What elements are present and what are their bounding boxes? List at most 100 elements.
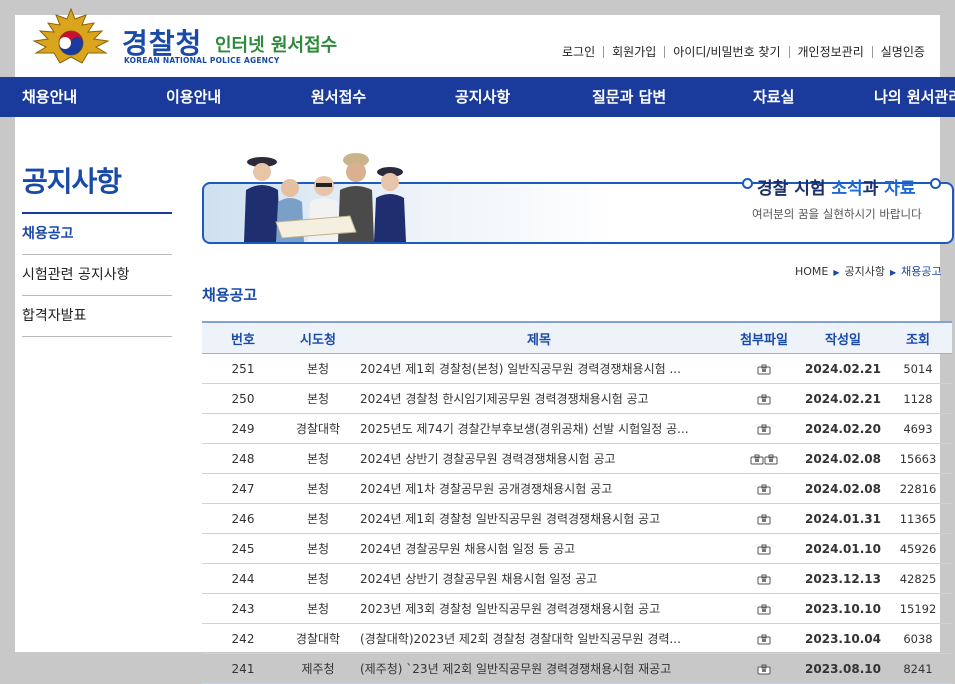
banner-headline: 경찰 시험 소식과 자료	[757, 179, 916, 199]
attachment-file-icon[interactable]	[757, 392, 771, 406]
breadcrumb-arrow-icon: ▶	[833, 268, 840, 277]
breadcrumb-notices[interactable]: 공지사항	[845, 265, 885, 278]
row-number: 244	[202, 563, 284, 594]
attachment-file-icon[interactable]	[757, 602, 771, 616]
col-header-attachment: 첨부파일	[726, 321, 802, 354]
row-views: 6038	[884, 623, 952, 654]
attachment-file-icon[interactable]	[757, 362, 771, 376]
row-date: 2024.02.21	[802, 353, 884, 384]
attachment-file-icon[interactable]	[750, 452, 764, 466]
banner-dot-left	[742, 178, 753, 189]
table-row[interactable]: 247 본청 2024년 제1차 경찰공무원 공개경쟁채용시험 공고 2024.02.…	[202, 473, 952, 504]
row-title-link[interactable]: 2024년 제1회 경찰청 일반직공무원 경력경쟁채용시험 공고	[352, 503, 726, 534]
breadcrumb: HOME ▶ 공지사항 ▶ 채용공고	[795, 263, 942, 279]
attachment-file-icon[interactable]	[757, 512, 771, 526]
nav-item-my-applications[interactable]: 나의 원서관리	[874, 77, 955, 117]
table-row[interactable]: 251 본청 2024년 제1회 경찰청(본청) 일반직공무원 경력경쟁채용시험 .…	[202, 353, 952, 384]
row-views: 4693	[884, 413, 952, 444]
login-link[interactable]: 로그인	[562, 46, 603, 58]
row-attachments	[726, 413, 802, 444]
row-number: 250	[202, 383, 284, 414]
table-row[interactable]: 243 본청 2023년 제3회 경찰청 일반직공무원 경력경쟁채용시험 공고 202…	[202, 593, 952, 624]
table-row[interactable]: 245 본청 2024년 경찰공무원 채용시험 일정 등 공고 2024.01.10 4…	[202, 533, 952, 564]
row-number: 249	[202, 413, 284, 444]
row-title-link[interactable]: (경찰대학)2023년 제2회 경찰청 경찰대학 일반직공무원 경력...	[352, 623, 726, 654]
row-title-link[interactable]: 2024년 제1차 경찰공무원 공개경쟁채용시험 공고	[352, 473, 726, 504]
table-row[interactable]: 241 제주청 (제주청) `23년 제2회 일반직공무원 경력경쟁채용시험 재공고…	[202, 653, 952, 684]
row-number: 242	[202, 623, 284, 654]
privacy-management-link[interactable]: 개인정보관리	[788, 46, 872, 58]
row-agency: 본청	[284, 563, 352, 594]
table-row[interactable]: 244 본청 2024년 상반기 경찰공무원 채용시험 일정 공고 2023.12.1…	[202, 563, 952, 594]
nav-item-usage-guide[interactable]: 이용안내	[166, 77, 221, 117]
site-logo-subtitle[interactable]: 인터넷 원서접수	[215, 31, 337, 57]
row-number: 245	[202, 533, 284, 564]
row-attachments	[726, 653, 802, 684]
breadcrumb-home[interactable]: HOME	[795, 265, 828, 278]
table-row[interactable]: 249 경찰대학 2025년도 제74기 경찰간부후보생(경위공채) 선발 시험일정…	[202, 413, 952, 444]
row-date: 2024.02.08	[802, 473, 884, 504]
row-number: 241	[202, 653, 284, 684]
row-views: 15663	[884, 443, 952, 474]
col-header-views: 조회	[884, 321, 952, 354]
attachment-file-icon[interactable]	[757, 572, 771, 586]
nav-item-notices[interactable]: 공지사항	[455, 77, 510, 117]
row-agency: 본청	[284, 443, 352, 474]
attachment-file-icon[interactable]	[757, 632, 771, 646]
police-emblem-icon[interactable]	[22, 5, 120, 69]
row-title-link[interactable]: 2024년 경찰공무원 채용시험 일정 등 공고	[352, 533, 726, 564]
row-title-link[interactable]: (제주청) `23년 제2회 일반직공무원 경력경쟁채용시험 재공고	[352, 653, 726, 684]
row-views: 1128	[884, 383, 952, 414]
sidebar-item-exam-notices[interactable]: 시험관련 공지사항	[22, 255, 172, 296]
row-title-link[interactable]: 2024년 제1회 경찰청(본청) 일반직공무원 경력경쟁채용시험 ...	[352, 353, 726, 384]
row-agency: 본청	[284, 383, 352, 414]
col-header-number: 번호	[202, 321, 284, 354]
table-header-row: 번호 시도청 제목 첨부파일 작성일 조회	[202, 321, 952, 354]
row-views: 15192	[884, 593, 952, 624]
row-date: 2024.01.10	[802, 533, 884, 564]
window-top-margin	[0, 0, 955, 15]
row-agency: 본청	[284, 353, 352, 384]
row-date: 2024.02.21	[802, 383, 884, 414]
signup-link[interactable]: 회원가입	[603, 46, 664, 58]
nav-item-resources[interactable]: 자료실	[753, 77, 794, 117]
row-date: 2023.10.10	[802, 593, 884, 624]
row-agency: 제주청	[284, 653, 352, 684]
row-views: 11365	[884, 503, 952, 534]
row-title-link[interactable]: 2024년 상반기 경찰공무원 경력경쟁채용시험 공고	[352, 443, 726, 474]
real-name-verification-link[interactable]: 실명인증	[871, 46, 933, 58]
attachment-file-icon[interactable]	[757, 422, 771, 436]
attachment-file-icon[interactable]	[757, 542, 771, 556]
banner-dot-right	[930, 178, 941, 189]
nav-item-application[interactable]: 원서접수	[311, 77, 366, 117]
row-attachments	[726, 473, 802, 504]
row-attachments	[726, 443, 802, 474]
row-number: 246	[202, 503, 284, 534]
sidebar-item-pass-announcement[interactable]: 합격자발표	[22, 296, 172, 337]
find-id-password-link[interactable]: 아이디/비밀번호 찾기	[664, 46, 788, 58]
banner-subtext: 여러분의 꿈을 실현하시기 바랍니다	[752, 207, 922, 221]
col-header-date: 작성일	[802, 321, 884, 354]
table-row[interactable]: 242 경찰대학 (경찰대학)2023년 제2회 경찰청 경찰대학 일반직공무원 경…	[202, 623, 952, 654]
row-views: 22816	[884, 473, 952, 504]
row-attachments	[726, 593, 802, 624]
attachment-file-icon[interactable]	[764, 452, 778, 466]
table-row[interactable]: 248 본청 2024년 상반기 경찰공무원 경력경쟁채용시험 공고 2024.02.…	[202, 443, 952, 474]
row-title-link[interactable]: 2024년 경찰청 한시임기제공무원 경력경쟁채용시험 공고	[352, 383, 726, 414]
col-header-title: 제목	[352, 321, 726, 354]
row-title-link[interactable]: 2023년 제3회 경찰청 일반직공무원 경력경쟁채용시험 공고	[352, 593, 726, 624]
nav-item-recruitment-guide[interactable]: 채용안내	[22, 77, 77, 117]
sidebar-item-recruitment-notice[interactable]: 채용공고	[22, 214, 172, 255]
row-attachments	[726, 623, 802, 654]
row-attachments	[726, 563, 802, 594]
row-agency: 본청	[284, 503, 352, 534]
attachment-file-icon[interactable]	[757, 662, 771, 676]
row-title-link[interactable]: 2025년도 제74기 경찰간부후보생(경위공채) 선발 시험일정 공...	[352, 413, 726, 444]
row-views: 45926	[884, 533, 952, 564]
attachment-file-icon[interactable]	[757, 482, 771, 496]
nav-item-qna[interactable]: 질문과 답변	[592, 77, 666, 117]
row-title-link[interactable]: 2024년 상반기 경찰공무원 채용시험 일정 공고	[352, 563, 726, 594]
table-row[interactable]: 250 본청 2024년 경찰청 한시임기제공무원 경력경쟁채용시험 공고 2024.…	[202, 383, 952, 414]
row-attachments	[726, 533, 802, 564]
table-row[interactable]: 246 본청 2024년 제1회 경찰청 일반직공무원 경력경쟁채용시험 공고 202…	[202, 503, 952, 534]
